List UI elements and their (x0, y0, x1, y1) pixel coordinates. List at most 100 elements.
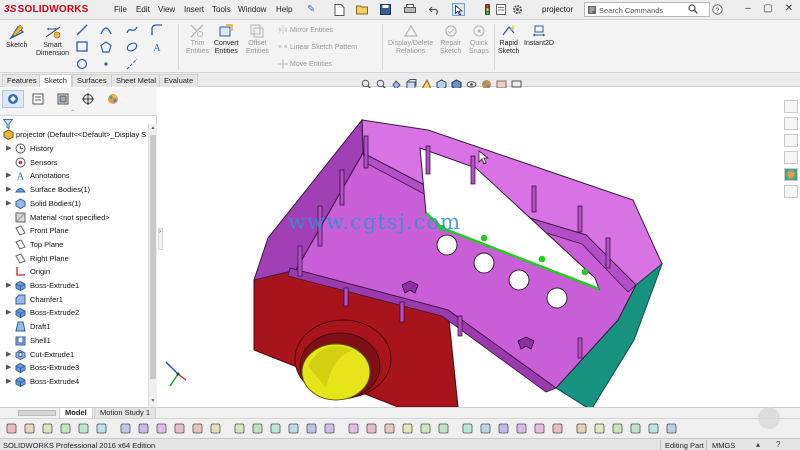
expand-arrow-icon[interactable]: ▶ (6, 281, 11, 289)
new-document-icon[interactable] (333, 3, 346, 16)
status-units[interactable]: MMGS (712, 441, 735, 450)
print-icon[interactable] (403, 3, 416, 16)
rotate-icon[interactable] (138, 423, 149, 434)
appearance-icon[interactable] (462, 423, 473, 434)
tab-surfaces[interactable]: Surfaces (72, 74, 112, 87)
scrollbar-thumb[interactable] (150, 135, 156, 379)
zoom-fit-icon[interactable] (96, 423, 107, 434)
ambient-occlusion-icon[interactable] (420, 423, 431, 434)
solidworks-logo[interactable]: 3SSOLIDWORKS (4, 4, 89, 15)
shaded-edges-icon[interactable] (366, 423, 377, 434)
point-tool-icon[interactable] (100, 58, 112, 72)
help-question-icon[interactable]: ? (712, 4, 723, 17)
appearances-icon[interactable] (783, 168, 798, 181)
undo-icon[interactable] (42, 423, 53, 434)
interference-icon[interactable] (552, 423, 563, 434)
select-icon[interactable] (60, 423, 71, 434)
mirror-entities-button[interactable]: Mirror Entities (278, 25, 333, 35)
tab-features[interactable]: Features (2, 74, 42, 87)
circle-tool-icon[interactable] (76, 58, 88, 72)
tree-item-material-not-specified[interactable]: Material <not specified> (0, 211, 148, 224)
design-library-icon[interactable] (783, 117, 798, 130)
rebuild-icon[interactable] (78, 423, 89, 434)
menu-window[interactable]: Window (238, 5, 266, 14)
polygon-tool-icon[interactable] (100, 41, 112, 55)
dimension-icon[interactable] (612, 423, 623, 434)
isometric-icon[interactable] (288, 423, 299, 434)
display-delete-relations-button[interactable]: Display/Delete Relations (388, 23, 433, 56)
tree-item-boss-extrude2[interactable]: ▶ Boss-Extrude2 (0, 306, 148, 319)
tree-item-sensors[interactable]: Sensors (0, 156, 148, 169)
flyout-tree-handle-icon[interactable]: › (158, 228, 163, 250)
solidworks-resources-icon[interactable] (783, 100, 798, 113)
scene-icon[interactable] (480, 423, 491, 434)
menu-tools[interactable]: Tools (212, 5, 231, 14)
expand-arrow-icon[interactable]: ▶ (6, 171, 11, 179)
tree-item-front-plane[interactable]: Front Plane (0, 224, 148, 237)
tree-item-boss-extrude4[interactable]: ▶ Boss-Extrude4 (0, 375, 148, 388)
tree-item-history[interactable]: ▶ History (0, 142, 148, 155)
tree-item-boss-extrude1[interactable]: ▶ Boss-Extrude1 (0, 279, 148, 292)
section-props-icon[interactable] (534, 423, 545, 434)
tree-item-annotations[interactable]: ▶ A Annotations (0, 169, 148, 182)
convert-entities-button[interactable]: Convert Entities (214, 23, 239, 56)
centerline-tool-icon[interactable] (126, 58, 138, 72)
hide-show-icon[interactable] (438, 423, 449, 434)
undo-icon[interactable] (428, 3, 441, 16)
tree-item-solid-bodies-1[interactable]: ▶ Solid Bodies(1) (0, 197, 148, 210)
instant2d-button[interactable]: Instant2D (524, 23, 554, 48)
smart-mate-icon[interactable] (630, 423, 641, 434)
smart-dimension-button[interactable]: Smart Dimension (36, 23, 69, 58)
expand-arrow-icon[interactable]: ▶ (6, 350, 11, 358)
panel-collapse-handle-icon[interactable]: ⌃ (70, 109, 75, 116)
tree-item-right-plane[interactable]: Right Plane (0, 252, 148, 265)
hidden-lines-icon[interactable] (324, 423, 335, 434)
menu-edit[interactable]: Edit (136, 5, 150, 14)
tree-item-origin[interactable]: Origin (0, 265, 148, 278)
menu-file[interactable]: File (114, 5, 127, 14)
dropdown-icon[interactable] (648, 423, 659, 434)
sketch-text-icon[interactable]: A (151, 41, 163, 55)
tree-item-chamfer1[interactable]: Chamfer1 (0, 293, 148, 306)
expand-arrow-icon[interactable]: ▶ (6, 363, 11, 371)
move-entities-button[interactable]: Move Entities (278, 59, 332, 69)
front-view-icon[interactable] (234, 423, 245, 434)
graphics-area[interactable]: www.cgtsj.com › (158, 88, 780, 407)
tree-item-top-plane[interactable]: Top Plane (0, 238, 148, 251)
menu-help[interactable]: Help (276, 5, 292, 14)
configuration-manager-tab-icon[interactable] (52, 90, 74, 108)
open-document-icon[interactable] (355, 3, 368, 16)
save-icon[interactable] (24, 423, 35, 434)
display-manager-tab-icon[interactable] (102, 90, 124, 108)
minimize-button[interactable]: – (740, 2, 756, 17)
mass-properties-icon[interactable] (516, 423, 527, 434)
section-icon[interactable] (192, 423, 203, 434)
expand-arrow-icon[interactable]: ▶ (6, 199, 11, 207)
trim-entities-button[interactable]: Trim Entities (186, 23, 209, 56)
sketch-button[interactable]: Sketch (6, 23, 27, 50)
tree-item-boss-extrude3[interactable]: ▶ Boss-Extrude3 (0, 361, 148, 374)
line-tool-icon[interactable] (76, 24, 88, 38)
wireframe-icon[interactable] (306, 423, 317, 434)
perspective-icon[interactable] (384, 423, 395, 434)
traffic-light-icon[interactable] (481, 3, 494, 16)
linear-sketch-pattern-button[interactable]: Linear Sketch Pattern (278, 42, 357, 52)
shaded-icon[interactable] (348, 423, 359, 434)
rapid-sketch-button[interactable]: Rapid Sketch (498, 23, 519, 56)
tab-evaluate[interactable]: Evaluate (159, 74, 199, 87)
tree-item-draft1[interactable]: Draft1 (0, 320, 148, 333)
file-properties-icon[interactable] (494, 3, 507, 16)
arc-tool-icon[interactable] (100, 24, 112, 38)
tree-item-surface-bodies-1[interactable]: ▶ Surface Bodies(1) (0, 183, 148, 196)
tab-sketch[interactable]: Sketch (39, 74, 72, 87)
sketch-fillet-icon[interactable] (151, 24, 163, 38)
repair-sketch-button[interactable]: Repair Sketch (440, 23, 461, 56)
quick-snaps-button[interactable]: Quick Snaps (469, 23, 489, 56)
options-flyout-icon[interactable] (6, 423, 17, 434)
scroll-down-arrow-icon[interactable]: ▼ (150, 398, 156, 404)
expand-arrow-icon[interactable]: ▶ (6, 185, 11, 193)
custom-properties-icon[interactable] (783, 185, 798, 198)
shadows-icon[interactable] (402, 423, 413, 434)
expand-arrow-icon[interactable]: ▶ (6, 308, 11, 316)
property-manager-tab-icon[interactable] (27, 90, 49, 108)
